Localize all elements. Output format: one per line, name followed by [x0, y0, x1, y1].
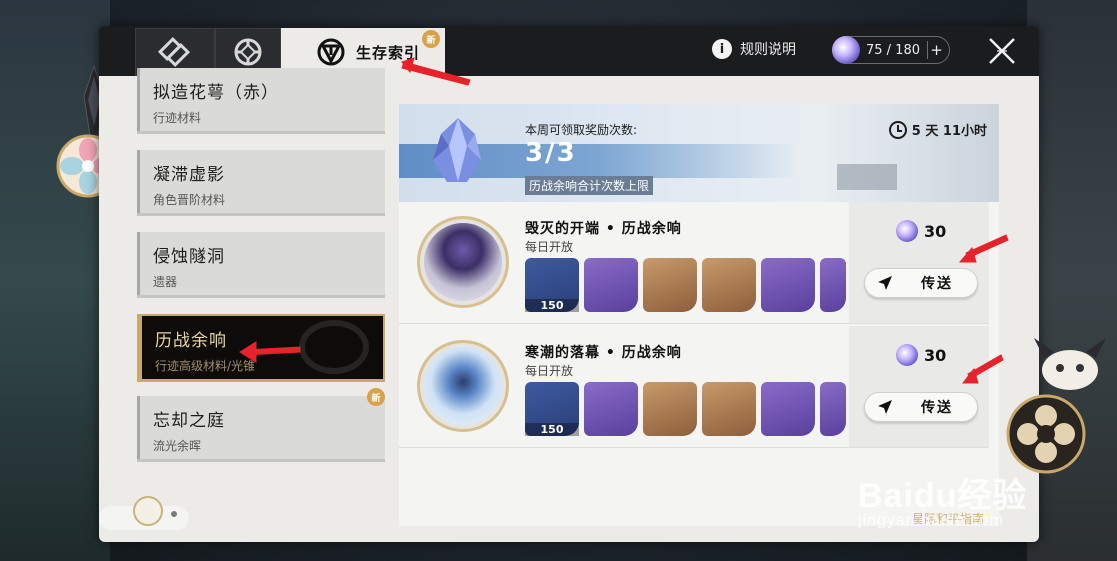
pom-pom-mascot	[1034, 338, 1106, 390]
list-item-title: 凝滞虚影	[153, 165, 225, 185]
banner-background-ship	[837, 164, 897, 190]
reward-item-light-cone[interactable]	[820, 258, 846, 312]
list-item-subtitle: 角色晋阶材料	[153, 193, 226, 207]
shield-book-icon	[158, 36, 191, 68]
teleport-button[interactable]: 传送	[864, 392, 978, 422]
reward-items: 150	[525, 258, 846, 312]
boss-title: 毁灭的开端 • 历战余响	[525, 221, 682, 237]
main-panel: 生存索引 新 i 规则说明 75 / 180 + 拟造花萼（赤） 行迹材料 凝滞…	[99, 26, 1039, 542]
weekly-reward-note: 历战余响合计次数上限	[525, 176, 654, 195]
list-item-forgotten-hall[interactable]: 新 忘却之庭 流光余晖	[137, 388, 385, 462]
boss-schedule: 每日开放	[525, 364, 574, 378]
list-item-subtitle: 流光余晖	[153, 439, 202, 453]
cost: 30	[896, 220, 946, 242]
cost: 30	[896, 344, 946, 366]
boss-image	[424, 223, 502, 301]
send-icon	[878, 276, 892, 290]
reset-timer-value: 5 天 11小时	[911, 124, 987, 139]
rules-label: 规则说明	[740, 42, 796, 58]
list-item-stagnant-shadow[interactable]: 凝滞虚影 角色晋阶材料	[137, 150, 385, 216]
reward-item-purple-material[interactable]	[584, 382, 638, 436]
reward-items: 150	[525, 382, 846, 436]
flower-emblem-icon	[1006, 394, 1086, 474]
list-item-cavern-corrosion[interactable]: 侵蚀隧洞 遗器	[137, 232, 385, 298]
list-item-title: 拟造花萼（赤）	[153, 83, 279, 103]
close-icon[interactable]	[985, 34, 1019, 68]
list-item-subtitle: 遗器	[153, 275, 178, 289]
trailblaze-power-icon	[896, 220, 918, 242]
reset-timer: 5 天 11小时	[888, 120, 987, 139]
reward-item-gold-material-2[interactable]	[702, 382, 756, 436]
reward-item-light-cone[interactable]	[820, 382, 846, 436]
survival-guide-icon	[317, 38, 345, 66]
weekly-reward-label: 本周可领取奖励次数:	[525, 123, 638, 137]
send-icon	[878, 400, 892, 414]
teleport-button[interactable]: 传送	[864, 268, 978, 298]
trailblaze-power-icon	[832, 36, 860, 64]
list-item-title: 忘却之庭	[153, 411, 225, 431]
teleport-label: 传送	[921, 276, 953, 292]
page-dot	[171, 511, 177, 517]
new-badge: 新	[367, 388, 385, 406]
item-count: 150	[525, 299, 579, 312]
item-count: 150	[525, 423, 579, 436]
cost-value: 30	[924, 345, 947, 365]
boss-portrait	[417, 340, 509, 432]
boss-schedule: 每日开放	[525, 240, 574, 254]
boss-row-cold-tide-end: 寒潮的落幕 • 历战余响 每日开放 150 30 传送	[399, 326, 989, 448]
reward-item-exp-material[interactable]: 150	[525, 258, 579, 312]
reward-banner: 本周可领取奖励次数: 3/3 历战余响合计次数上限 5 天 11小时	[399, 104, 999, 202]
rules-button[interactable]: i 规则说明	[712, 39, 796, 59]
reward-item-gold-material-1[interactable]	[643, 382, 697, 436]
list-item-subtitle: 行迹材料	[153, 111, 202, 125]
reward-item-purple-material-2[interactable]	[761, 382, 815, 436]
reward-item-gold-material-1[interactable]	[643, 258, 697, 312]
weekly-reward-count: 3/3	[525, 138, 577, 168]
detail-panel: 本周可领取奖励次数: 3/3 历战余响合计次数上限 5 天 11小时 毁灭的开端…	[399, 104, 999, 526]
teleport-label: 传送	[921, 400, 953, 416]
emblem-icon	[133, 496, 163, 526]
reward-item-gold-material-2[interactable]	[702, 258, 756, 312]
boss-row-destruction-beginning: 毁灭的开端 • 历战余响 每日开放 150 30 传送	[399, 202, 989, 324]
reward-item-purple-material[interactable]	[584, 258, 638, 312]
tab-survival-guide-label: 生存索引	[356, 43, 421, 62]
background-right	[1027, 0, 1117, 561]
list-item-echo-of-war[interactable]: 历战余响 行迹高级材料/光锥	[137, 314, 385, 382]
watermark-url: jingyan.baidu.com	[858, 512, 1004, 529]
trailblaze-power-icon	[896, 344, 918, 366]
trailblaze-power: 75 / 180 +	[832, 36, 950, 64]
cost-value: 30	[924, 221, 947, 241]
list-item-title: 侵蚀隧洞	[153, 247, 225, 267]
new-badge: 新	[422, 30, 440, 48]
boss-title: 寒潮的落幕 • 历战余响	[525, 345, 682, 361]
info-icon: i	[712, 39, 732, 59]
clock-icon	[888, 120, 907, 139]
list-item-calyx-crimson[interactable]: 拟造花萼（赤） 行迹材料	[137, 68, 385, 134]
add-power-button[interactable]: +	[927, 41, 945, 59]
boss-portrait	[417, 216, 509, 308]
compass-icon	[234, 38, 262, 66]
trailblaze-power-value: 75 / 180	[866, 42, 920, 58]
echo-emblem-icon	[299, 320, 369, 374]
reward-item-purple-material-2[interactable]	[761, 258, 815, 312]
crystal-icon	[433, 118, 481, 182]
boss-image	[424, 347, 502, 425]
category-list: 拟造花萼（赤） 行迹材料 凝滞虚影 角色晋阶材料 侵蚀隧洞 遗器 历战余响 行迹…	[135, 68, 387, 542]
reward-item-exp-material[interactable]: 150	[525, 382, 579, 436]
